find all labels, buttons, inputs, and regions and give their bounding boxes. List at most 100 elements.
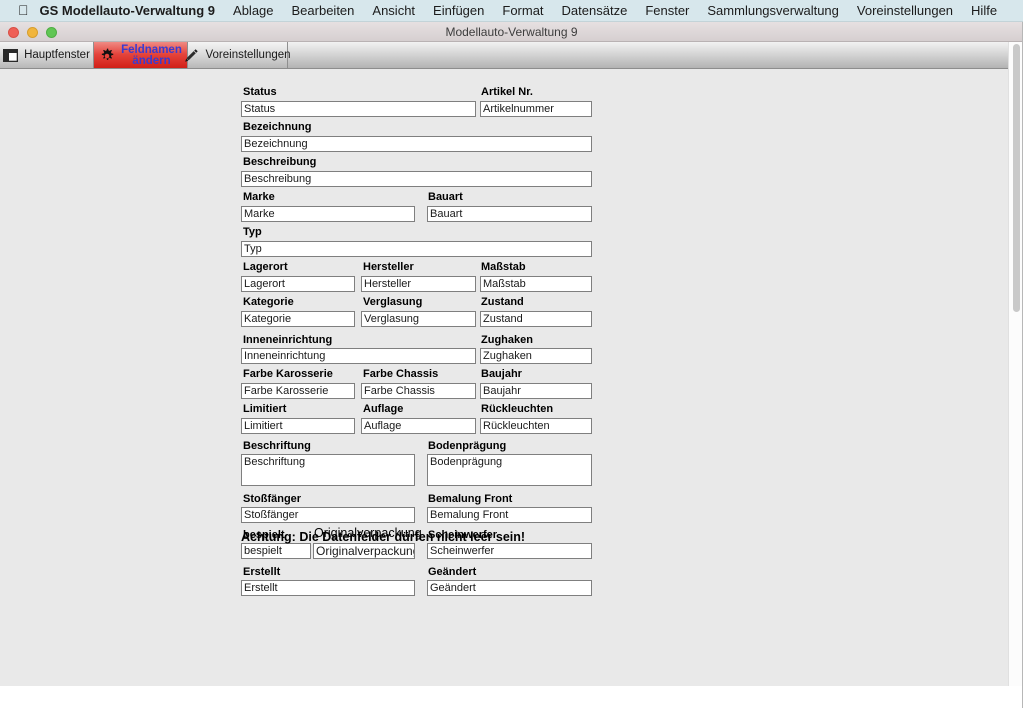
label-baujahr: Baujahr bbox=[481, 368, 522, 380]
row-10-labels: Limitiert Auflage Rückleuchten bbox=[241, 402, 601, 418]
label-erstellt: Erstellt bbox=[243, 566, 281, 578]
label-verglasung: Verglasung bbox=[363, 296, 423, 308]
row-4-fields: Marke Bauart bbox=[241, 206, 601, 225]
menu-bar:  GS Modellauto-Verwaltung 9 Ablage Bear… bbox=[0, 0, 1023, 22]
menu-item-ansicht[interactable]: Ansicht bbox=[372, 3, 415, 18]
row-10-fields: Limitiert Auflage Rückleuchten bbox=[241, 418, 601, 437]
tab-feldnamen-aendern[interactable]: Feldnamen ändern bbox=[94, 42, 188, 68]
input-massstab[interactable]: Maßstab bbox=[480, 276, 592, 292]
input-auflage[interactable]: Auflage bbox=[361, 418, 476, 434]
input-artikel-nr[interactable]: Artikelnummer bbox=[480, 101, 592, 117]
label-geaendert: Geändert bbox=[428, 566, 477, 578]
input-zustand[interactable]: Zustand bbox=[480, 311, 592, 327]
tab-label-line1: Feldnamen bbox=[121, 43, 182, 56]
apple-logo-icon[interactable]:  bbox=[0, 3, 40, 17]
menu-item-ablage[interactable]: Ablage bbox=[233, 3, 273, 18]
tab-voreinstellungen-label: Voreinstellungen bbox=[205, 49, 291, 61]
input-bespielt[interactable]: bespielt bbox=[241, 543, 311, 559]
row-7-labels: Kategorie Verglasung Zustand bbox=[241, 295, 601, 311]
tab-label-line2: ändern bbox=[132, 54, 171, 67]
menu-item-datensaetze[interactable]: Datensätze bbox=[562, 3, 628, 18]
content-area: Status Artikel Nr. Status Artikelnummer … bbox=[0, 69, 1008, 685]
tab-feldnamen-aendern-label: Feldnamen ändern bbox=[121, 43, 182, 67]
row-14-labels: Erstellt Geändert bbox=[241, 562, 601, 580]
gear-icon bbox=[99, 48, 115, 64]
row-1-fields: Status Artikelnummer bbox=[241, 101, 601, 120]
label-bemalung-front: Bemalung Front bbox=[428, 493, 513, 505]
row-2-fields: Bezeichnung bbox=[241, 136, 601, 155]
input-rueckleuchten[interactable]: Rückleuchten bbox=[480, 418, 592, 434]
row-11-fields: Beschriftung Bodenprägung bbox=[241, 454, 601, 489]
input-status[interactable]: Status bbox=[241, 101, 476, 117]
row-6-labels: Lagerort Hersteller Maßstab bbox=[241, 260, 601, 276]
label-rueckleuchten: Rückleuchten bbox=[481, 403, 554, 415]
input-bauart[interactable]: Bauart bbox=[427, 206, 592, 222]
input-baujahr[interactable]: Baujahr bbox=[480, 383, 592, 399]
menu-item-fenster[interactable]: Fenster bbox=[645, 3, 689, 18]
input-marke[interactable]: Marke bbox=[241, 206, 415, 222]
menu-item-bearbeiten[interactable]: Bearbeiten bbox=[292, 3, 355, 18]
row-9-labels: Farbe Karosserie Farbe Chassis Baujahr bbox=[241, 367, 601, 383]
label-status: Status bbox=[243, 86, 277, 98]
input-verglasung[interactable]: Verglasung bbox=[361, 311, 476, 327]
input-scheinwerfer[interactable]: Scheinwerfer bbox=[427, 543, 592, 559]
row-12-fields: Stoßfänger Bemalung Front bbox=[241, 507, 601, 526]
row-8-fields: Inneneinrichtung Zughaken bbox=[241, 348, 601, 367]
input-bemalung-front[interactable]: Bemalung Front bbox=[427, 507, 592, 523]
row-5-fields: Typ bbox=[241, 241, 601, 260]
tab-hauptfenster[interactable]: Hauptfenster bbox=[0, 42, 94, 68]
menu-item-format[interactable]: Format bbox=[502, 3, 543, 18]
input-farbe-chassis[interactable]: Farbe Chassis bbox=[361, 383, 476, 399]
label-stossfaenger: Stoßfänger bbox=[243, 493, 302, 505]
input-beschriftung[interactable]: Beschriftung bbox=[241, 454, 415, 486]
input-farbe-karosserie[interactable]: Farbe Karosserie bbox=[241, 383, 355, 399]
label-artikel-nr: Artikel Nr. bbox=[481, 86, 533, 98]
label-limitiert: Limitiert bbox=[243, 403, 287, 415]
input-originalverpackung[interactable]: Originalverpackung bbox=[313, 543, 415, 559]
input-hersteller[interactable]: Hersteller bbox=[361, 276, 476, 292]
label-lagerort: Lagerort bbox=[243, 261, 288, 273]
input-bezeichnung[interactable]: Bezeichnung bbox=[241, 136, 592, 152]
input-stossfaenger[interactable]: Stoßfänger bbox=[241, 507, 415, 523]
pencil-icon bbox=[184, 48, 199, 63]
menu-app-name[interactable]: GS Modellauto-Verwaltung 9 bbox=[40, 3, 216, 18]
menu-item-sammlungsverwaltung[interactable]: Sammlungsverwaltung bbox=[707, 3, 839, 18]
label-farbe-karosserie: Farbe Karosserie bbox=[243, 368, 333, 380]
label-zughaken: Zughaken bbox=[481, 334, 533, 346]
vertical-scrollbar[interactable] bbox=[1008, 42, 1023, 686]
label-massstab: Maßstab bbox=[481, 261, 526, 273]
input-geaendert[interactable]: Geändert bbox=[427, 580, 592, 596]
input-zughaken[interactable]: Zughaken bbox=[480, 348, 592, 364]
label-bodenpraegung: Bodenprägung bbox=[428, 440, 507, 452]
input-lagerort[interactable]: Lagerort bbox=[241, 276, 355, 292]
input-inneneinrichtung[interactable]: Inneneinrichtung bbox=[241, 348, 476, 364]
row-13-fields: bespielt Originalverpackung Scheinwerfer bbox=[241, 543, 601, 562]
menu-item-einfuegen[interactable]: Einfügen bbox=[433, 3, 484, 18]
scrollbar-thumb[interactable] bbox=[1013, 44, 1020, 312]
label-typ: Typ bbox=[243, 226, 262, 238]
menu-item-hilfe[interactable]: Hilfe bbox=[971, 3, 997, 18]
tab-voreinstellungen[interactable]: Voreinstellungen bbox=[185, 42, 291, 68]
input-bodenpraegung[interactable]: Bodenprägung bbox=[427, 454, 592, 486]
label-zustand: Zustand bbox=[481, 296, 524, 308]
input-beschreibung[interactable]: Beschreibung bbox=[241, 171, 592, 187]
row-4-labels: Marke Bauart bbox=[241, 190, 601, 206]
toolbar-tabstrip: Hauptfenster Feldnamen ändern Voreinstel… bbox=[0, 42, 1008, 69]
row-12-labels: Stoßfänger Bemalung Front bbox=[241, 489, 601, 507]
row-1-labels: Status Artikel Nr. bbox=[241, 85, 601, 101]
row-3-labels: Beschreibung bbox=[241, 155, 601, 171]
field-name-form: Status Artikel Nr. Status Artikelnummer … bbox=[241, 85, 601, 599]
input-erstellt[interactable]: Erstellt bbox=[241, 580, 415, 596]
label-beschreibung: Beschreibung bbox=[243, 156, 317, 168]
window-title: Modellauto-Verwaltung 9 bbox=[445, 25, 578, 39]
input-kategorie[interactable]: Kategorie bbox=[241, 311, 355, 327]
row-8-labels: Inneneinrichtung Zughaken bbox=[241, 330, 601, 348]
label-farbe-chassis: Farbe Chassis bbox=[363, 368, 439, 380]
row-2-labels: Bezeichnung bbox=[241, 120, 601, 136]
menu-item-voreinstellungen[interactable]: Voreinstellungen bbox=[857, 3, 953, 18]
label-bauart: Bauart bbox=[428, 191, 463, 203]
label-inneneinrichtung: Inneneinrichtung bbox=[243, 334, 333, 346]
input-typ[interactable]: Typ bbox=[241, 241, 592, 257]
window-layout-icon bbox=[3, 49, 19, 62]
input-limitiert[interactable]: Limitiert bbox=[241, 418, 355, 434]
